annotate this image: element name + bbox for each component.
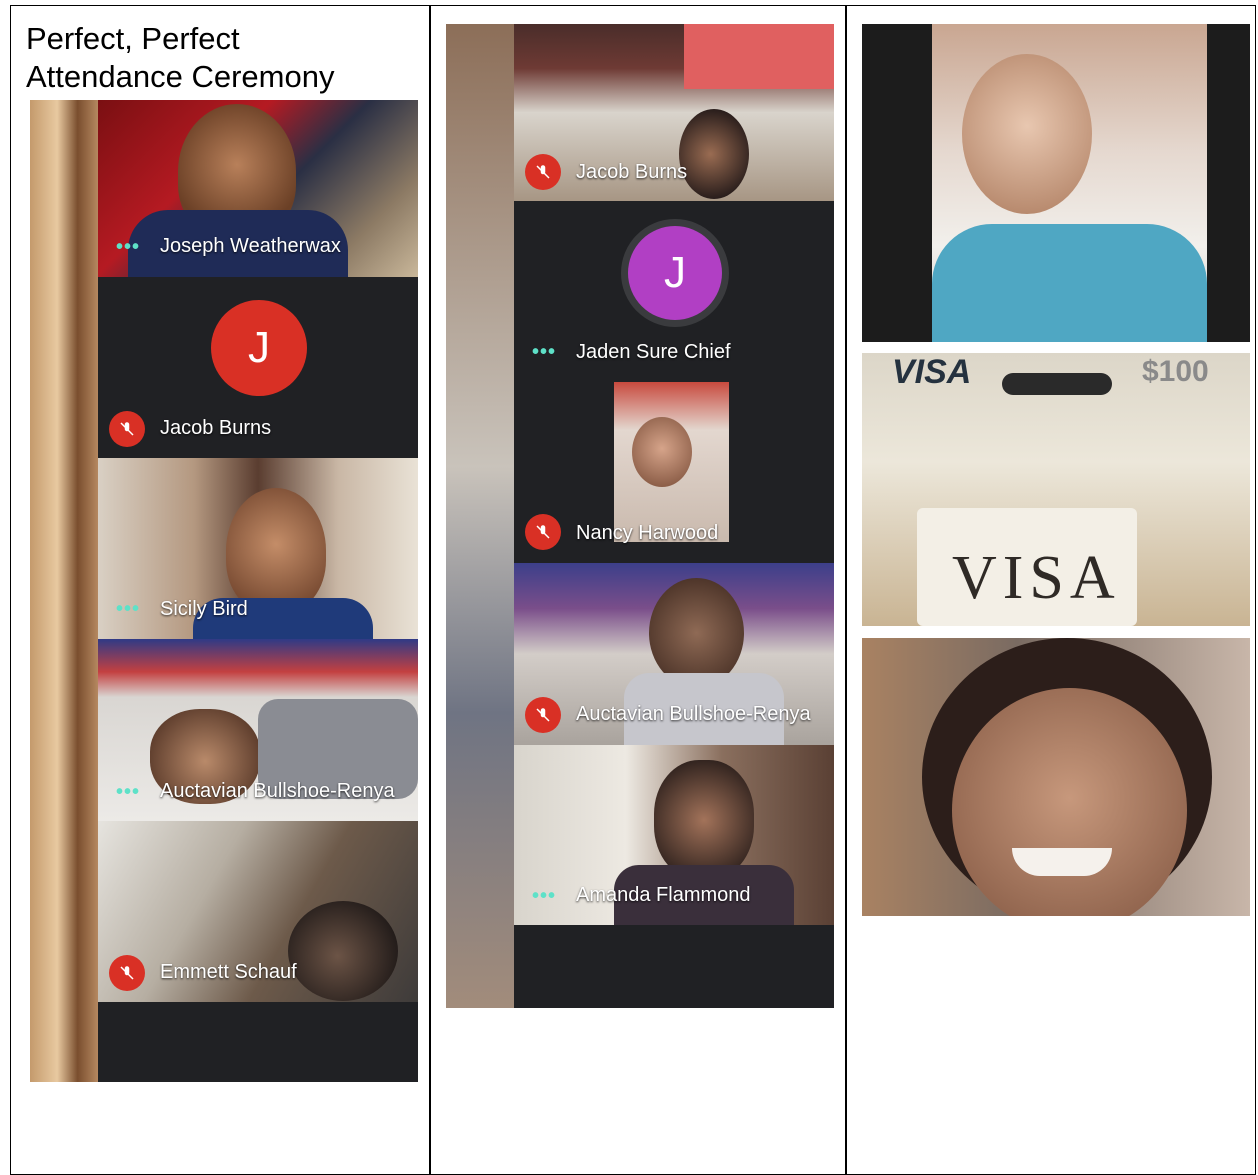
talking-dots-icon: ••• [532, 341, 557, 363]
participant-name: Auctavian Bullshoe-Renya [576, 703, 811, 725]
participant-tile[interactable]: ••• Auctavian Bullshoe-Renya [98, 639, 418, 821]
participant-video [614, 382, 729, 542]
middle-meet-screenshot: Jacob Burns J ••• Jaden Sure Chief Nancy… [446, 24, 834, 1008]
participant-video [654, 760, 754, 880]
avatar-letter: J [248, 323, 270, 372]
left-meet-screenshot: ••• Joseph Weatherwax J Jacob Burns ••• … [30, 100, 418, 1082]
mic-off-icon[interactable] [109, 411, 145, 447]
participant-name: Joseph Weatherwax [160, 235, 341, 257]
participant-video [288, 901, 398, 1001]
participant-tile[interactable]: Emmett Schauf [98, 821, 418, 1002]
talking-dots-icon: ••• [116, 781, 141, 803]
avatar: J [211, 300, 307, 396]
student-photo-smiling [862, 638, 1250, 916]
participant-tile[interactable]: ••• Joseph Weatherwax [98, 100, 418, 277]
avatar-letter: J [664, 248, 686, 297]
participant-name: Jacob Burns [576, 161, 688, 183]
visa-brand-card: VISA [952, 544, 1121, 612]
participant-name: Jaden Sure Chief [576, 341, 731, 363]
card-amount: $100 [1142, 355, 1209, 388]
participant-video [679, 109, 749, 199]
card-hang-hole [1002, 373, 1112, 395]
participant-tile[interactable]: ••• Sicily Bird [98, 458, 418, 639]
visa-gift-card-photo: VISA $100 VISA [862, 353, 1250, 626]
participant-name: Emmett Schauf [160, 961, 297, 983]
participant-tile[interactable]: J ••• Jaden Sure Chief [514, 201, 834, 382]
student-photo-glasses [862, 24, 1250, 342]
title-line-2: Attendance Ceremony [26, 59, 335, 94]
column-divider [845, 6, 847, 1174]
participant-name: Nancy Harwood [576, 522, 719, 544]
avatar: J [628, 226, 722, 320]
visa-brand-top: VISA [892, 353, 972, 391]
participant-video [649, 578, 744, 688]
participant-name: Sicily Bird [160, 598, 248, 620]
participant-video [226, 488, 326, 613]
blurred-background-strip [446, 24, 514, 1008]
red-cloth [684, 24, 834, 89]
mic-off-icon[interactable] [525, 514, 561, 550]
participant-tile[interactable]: Jacob Burns [514, 24, 834, 201]
talking-dots-icon: ••• [532, 885, 557, 907]
talking-dots-icon: ••• [116, 598, 141, 620]
blurred-background-strip [30, 100, 98, 1082]
mic-off-icon[interactable] [525, 697, 561, 733]
participant-name: Auctavian Bullshoe-Renya [160, 780, 395, 802]
mic-off-icon[interactable] [525, 154, 561, 190]
column-divider [429, 6, 431, 1174]
title-line-1: Perfect, Perfect [26, 21, 240, 56]
participant-tile[interactable]: Nancy Harwood [514, 382, 834, 563]
document-title: Perfect, Perfect Attendance Ceremony [26, 20, 334, 96]
participant-name: Amanda Flammond [576, 884, 751, 906]
mic-off-icon[interactable] [109, 955, 145, 991]
participant-tile[interactable]: ••• Amanda Flammond [514, 745, 834, 925]
talking-dots-icon: ••• [116, 236, 141, 258]
participant-tile[interactable]: J Jacob Burns [98, 277, 418, 458]
participant-name: Jacob Burns [160, 417, 272, 439]
participant-tile[interactable]: Auctavian Bullshoe-Renya [514, 563, 834, 745]
